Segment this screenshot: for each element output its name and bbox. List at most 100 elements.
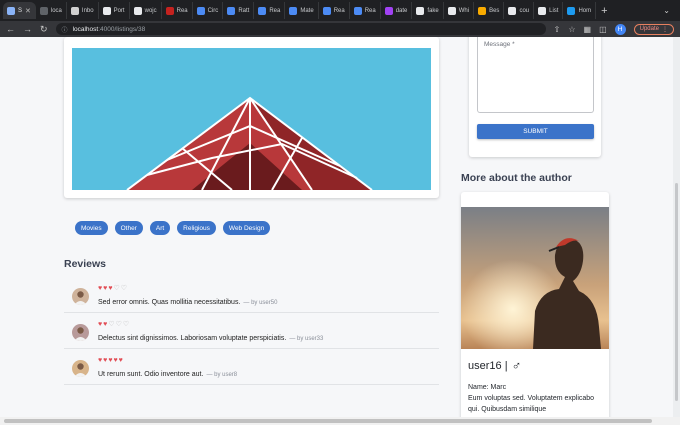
reviewer-avatar [72,324,89,341]
browser-tab[interactable]: List [534,2,564,19]
browser-tab[interactable]: S ✕ [3,2,36,19]
browser-tab[interactable]: Rea [350,2,381,19]
heart-filled-icon: ♥ [113,357,118,364]
tab-favicon-icon [70,6,79,15]
tab-label: Mate [300,7,314,14]
author-details: Name: Marc Eum voluptas sed. Voluptatem … [468,382,604,415]
heart-filled-icon: ♥ [103,285,108,292]
tab-label: Rea [176,7,188,14]
browser-tab[interactable]: wojc [130,2,162,19]
profile-avatar[interactable]: H [614,23,626,35]
tab-close-icon[interactable]: ✕ [25,7,31,15]
submit-button[interactable]: SUBMIT [477,124,594,139]
tab-favicon-icon [353,6,362,15]
tab-label: Rea [364,7,376,14]
browser-tab[interactable]: Rea [254,2,286,19]
heart-filled-icon: ♥ [108,357,113,364]
browser-tab[interactable]: Inbo [67,2,99,19]
rating-hearts: ♥ ♥ ♡ ♡ ♡ [98,321,129,328]
heart-filled-icon: ♥ [108,285,113,292]
author-bio: Eum voluptas sed. Voluptatem explicabo q… [468,395,595,413]
browser-tab[interactable]: Circ [193,2,224,19]
tag-chip[interactable]: Web Design [222,221,271,235]
pyramid-building-illustration [72,48,431,190]
tab-favicon-icon [39,6,48,15]
tab-favicon-icon [416,6,425,15]
more-menu-icon: ⋮ [662,26,668,33]
tab-label: Rea [333,7,345,14]
message-label: Message * [484,41,515,48]
author-name: user16 | ♂ [468,358,521,373]
tab-label: wojc [144,7,157,14]
address-bar[interactable]: ⓘ localhost:4000/listings/38 [55,23,546,35]
heart-filled-icon: ♥ [98,321,103,328]
heart-filled-icon: ♥ [98,285,103,292]
vertical-scrollbar-thumb[interactable] [675,183,678,401]
tab-label: Port [113,7,125,14]
browser-tab[interactable]: loca [36,2,67,19]
heart-empty-icon: ♡ [113,285,120,292]
tab-favicon-icon [478,6,487,15]
tab-favicon-icon [165,6,174,15]
tab-label: List [549,7,559,14]
browser-tab[interactable]: cou [504,2,535,19]
page-content: Movies Other Art Religious Web Design Review… [0,37,680,425]
listing-image [72,48,431,190]
tab-label: S [18,7,23,14]
review-body: Sed error omnis. Quas mollitia necessita… [98,299,241,306]
tab-label: loca [50,7,62,14]
extensions-puzzle-icon[interactable]: ▦ [584,25,592,34]
rating-hearts: ♥ ♥ ♥ ♥ ♥ [98,357,123,364]
side-panel-icon[interactable]: ◫ [599,25,607,34]
rating-hearts: ♥ ♥ ♥ ♡ ♡ [98,285,127,292]
browser-tab[interactable]: Whi [444,2,475,19]
browser-tab[interactable]: fake [412,2,444,19]
tab-favicon-icon [258,6,267,15]
tab-label: Hom [578,7,592,14]
tab-favicon-icon [322,6,331,15]
tab-label: Ratt [238,7,250,14]
back-arrow-icon[interactable]: ← [6,24,15,34]
heart-empty-icon: ♡ [122,321,130,328]
browser-tab[interactable]: Mate [285,2,319,19]
update-button[interactable]: Update ⋮ [633,23,674,35]
tab-search-chevron-icon[interactable]: ⌄ [663,6,680,15]
browser-tab[interactable]: Rea [162,2,193,19]
message-textarea[interactable]: Message * [477,37,594,113]
heart-empty-icon: ♡ [108,321,115,328]
review-item: ♥ ♥ ♥ ♥ ♥ Ut rerum sunt. Odio inventore aut. —… [64,349,439,385]
share-icon[interactable]: ⇧ [554,25,561,34]
forward-arrow-icon[interactable]: → [23,24,32,34]
tab-label: Whi [458,7,470,14]
browser-tab[interactable]: date [381,2,413,19]
tag-chip[interactable]: Other [114,221,143,235]
browser-tab[interactable]: Hom [563,2,597,19]
browser-tab[interactable]: Bes [474,2,505,19]
tab-label: date [395,7,408,14]
male-icon: ♂ [511,358,522,373]
review-text-line: Ut rerum sunt. Odio inventore aut. — by u… [98,371,237,378]
bookmark-star-icon[interactable]: ☆ [568,25,575,34]
horizontal-scrollbar-thumb[interactable] [4,419,652,423]
browser-tab[interactable]: Port [99,2,130,19]
url-path: :4000/listings/38 [98,25,146,33]
browser-tab[interactable]: Ratt [223,2,255,19]
tag-chip[interactable]: Art [149,221,171,235]
new-tab-plus-icon[interactable]: + [596,5,612,17]
heart-empty-icon: ♡ [115,321,122,328]
reviewer-avatar [72,360,89,377]
reload-icon[interactable]: ↻ [40,24,48,34]
browser-tab[interactable]: Rea [319,2,350,19]
tab-label: Rea [269,7,281,14]
review-author: — by user33 [289,336,324,342]
review-item: ♥ ♥ ♥ ♡ ♡ Sed error omnis. Quas mollitia nece… [64,277,439,313]
author-card: user16 | ♂ Name: Marc Eum voluptas sed. … [461,192,609,425]
tab-favicon-icon [227,6,236,15]
site-info-icon[interactable]: ⓘ [62,25,68,34]
url-host: localhost [72,25,99,33]
review-text-line: Sed error omnis. Quas mollitia necessita… [98,299,277,306]
tag-chip[interactable]: Movies [75,221,108,235]
tag-chip[interactable]: Religious [177,221,216,235]
author-section-title: More about the author [461,172,572,184]
review-author: — by user50 [243,300,278,306]
